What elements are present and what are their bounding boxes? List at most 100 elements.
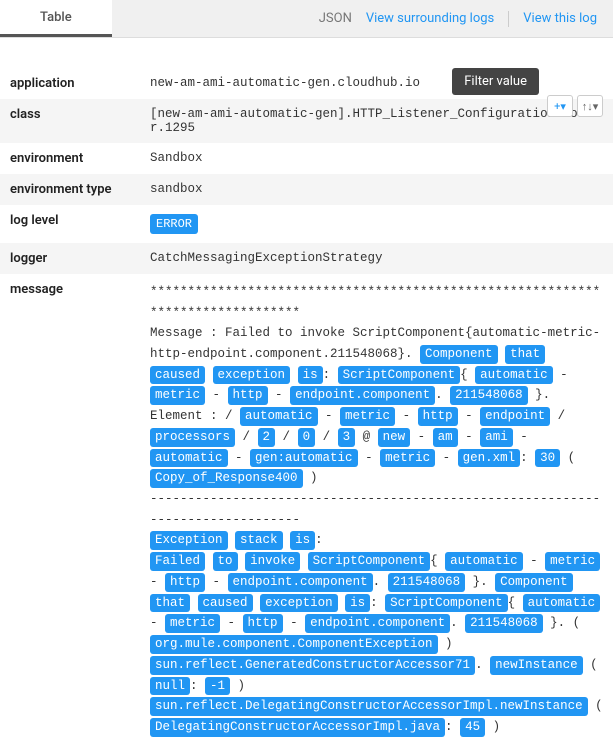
message-token[interactable]: 0 <box>298 428 316 447</box>
message-token[interactable]: metric <box>380 449 435 468</box>
message-token[interactable]: newInstance <box>490 656 583 675</box>
message-token[interactable]: automatic <box>150 449 228 468</box>
filter-in-icon[interactable]: +▾ <box>547 95 573 117</box>
message-text: . <box>435 388 450 402</box>
message-token[interactable]: new <box>378 428 411 447</box>
message-token[interactable]: gen.xml <box>458 449 521 468</box>
tab-table[interactable]: Table <box>0 0 112 37</box>
message-token[interactable]: exception <box>260 594 338 613</box>
message-token[interactable]: am <box>433 428 458 447</box>
link-view-this-log[interactable]: View this log <box>523 11 597 26</box>
message-token[interactable]: endpoint.component <box>228 573 373 592</box>
message-token[interactable]: ScriptComponent <box>385 594 508 613</box>
message-text: - <box>513 430 528 444</box>
message-text: }. <box>465 575 495 589</box>
message-token[interactable]: sun.reflect.DelegatingConstructorAccesso… <box>150 697 588 716</box>
val-logger[interactable]: CatchMessagingExceptionStrategy <box>140 243 613 274</box>
message-token[interactable]: null <box>150 677 190 696</box>
message-text: - <box>318 409 341 423</box>
message-token[interactable]: exception <box>213 366 291 385</box>
message-token[interactable]: endpoint.component <box>290 386 435 405</box>
message-text: . <box>450 616 465 630</box>
val-log-level[interactable]: ERROR <box>140 205 613 243</box>
message-text: }. <box>528 388 551 402</box>
message-text: Element : / <box>150 409 240 423</box>
message-token[interactable]: caused <box>150 366 205 385</box>
val-environment[interactable]: Sandbox <box>140 143 613 174</box>
message-token[interactable]: -1 <box>205 677 230 696</box>
message-token[interactable]: endpoint.component <box>305 614 450 633</box>
message-token[interactable]: processors <box>150 428 235 447</box>
message-token[interactable]: metric <box>340 407 395 426</box>
message-token[interactable]: that <box>505 345 545 364</box>
message-token[interactable]: automatic <box>240 407 318 426</box>
message-text: { <box>460 368 475 382</box>
message-token[interactable]: http <box>165 573 205 592</box>
message-token[interactable]: ami <box>480 428 513 447</box>
message-token[interactable]: org.mule.component.ComponentException <box>150 635 438 654</box>
message-token[interactable]: Component <box>495 573 573 592</box>
message-token[interactable]: invoke <box>245 552 300 571</box>
message-text: - <box>523 554 546 568</box>
message-token[interactable]: DelegatingConstructorAccessorImpl.java <box>150 718 445 737</box>
message-token[interactable]: is <box>290 531 315 550</box>
link-view-surrounding[interactable]: View surrounding logs <box>366 11 494 26</box>
message-text <box>205 368 213 382</box>
badge-error[interactable]: ERROR <box>150 214 198 234</box>
message-text <box>205 554 213 568</box>
message-token[interactable]: automatic <box>445 552 523 571</box>
message-token[interactable]: sun.reflect.GeneratedConstructorAccessor… <box>150 656 475 675</box>
message-token[interactable]: metric <box>150 386 205 405</box>
row-message: message ********************************… <box>0 274 613 746</box>
message-token[interactable]: 45 <box>460 718 485 737</box>
message-text: : <box>315 533 323 547</box>
message-token[interactable]: Failed <box>150 552 205 571</box>
message-token[interactable]: ScriptComponent <box>338 366 461 385</box>
message-token[interactable]: 2 <box>258 428 276 447</box>
message-token[interactable]: 211548068 <box>388 573 466 592</box>
message-text: ( <box>588 699 603 713</box>
message-text: { <box>508 596 523 610</box>
message-body[interactable]: ****************************************… <box>150 282 603 738</box>
message-token[interactable]: to <box>213 552 238 571</box>
tabs-bar: Table JSON View surrounding logs View th… <box>0 0 613 38</box>
message-token[interactable]: that <box>150 594 190 613</box>
message-token[interactable]: is <box>298 366 323 385</box>
message-token[interactable]: http <box>243 614 283 633</box>
message-token[interactable]: Exception <box>150 531 228 550</box>
message-token[interactable]: is <box>345 594 370 613</box>
message-token[interactable]: metric <box>165 614 220 633</box>
message-token[interactable]: automatic <box>523 594 601 613</box>
message-token[interactable]: ScriptComponent <box>308 552 431 571</box>
message-text: ) <box>230 679 245 693</box>
message-text: : <box>370 596 385 610</box>
message-text: / <box>275 430 298 444</box>
message-text: ****************************************… <box>150 285 600 320</box>
message-token[interactable]: Copy_of_Response400 <box>150 469 303 488</box>
message-token[interactable]: stack <box>235 531 283 550</box>
val-message[interactable]: ****************************************… <box>140 274 613 746</box>
message-token[interactable]: gen:automatic <box>250 449 358 468</box>
message-token[interactable]: 30 <box>535 449 560 468</box>
message-token[interactable]: 211548068 <box>450 386 528 405</box>
message-token[interactable]: 3 <box>338 428 356 447</box>
message-token[interactable]: http <box>228 386 268 405</box>
message-token[interactable]: caused <box>198 594 253 613</box>
tab-right-links: JSON View surrounding logs View this log <box>319 0 613 37</box>
val-class[interactable]: [new-am-ami-automatic-gen].HTTP_Listener… <box>140 99 613 143</box>
message-token[interactable]: 211548068 <box>465 614 543 633</box>
message-text: . <box>475 658 490 672</box>
message-token[interactable]: automatic <box>475 366 553 385</box>
message-text: - <box>150 575 165 589</box>
filter-out-icon[interactable]: ↑↓▾ <box>577 95 603 117</box>
message-token[interactable]: Component <box>420 345 498 364</box>
message-text: - <box>228 451 251 465</box>
message-token[interactable]: http <box>418 407 458 426</box>
val-environment-type[interactable]: sandbox <box>140 174 613 205</box>
message-token[interactable]: endpoint <box>480 407 550 426</box>
message-text: ( <box>560 451 575 465</box>
val-application[interactable]: new-am-ami-automatic-gen.cloudhub.io <box>140 68 613 99</box>
message-token[interactable]: metric <box>545 552 600 571</box>
tab-json[interactable]: JSON <box>319 11 352 26</box>
key-logger: logger <box>0 243 140 274</box>
